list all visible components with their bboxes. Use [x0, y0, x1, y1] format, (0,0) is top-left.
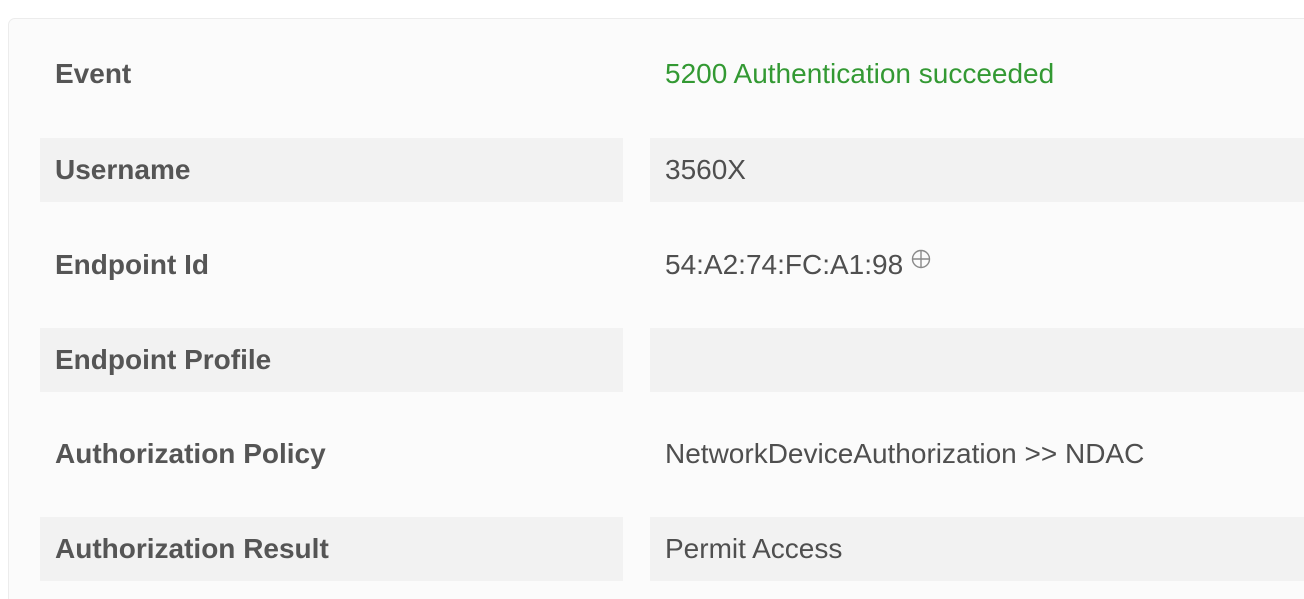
- detail-row-event: Event 5200 Authentication succeeded: [0, 42, 1304, 106]
- endpoint-id-value: 54:A2:74:FC:A1:98: [665, 249, 904, 280]
- detail-label: Endpoint Profile: [40, 328, 623, 392]
- detail-label: Authorization Policy: [55, 438, 326, 469]
- endpoint-id-cell: 54:A2:74:FC:A1:98: [650, 233, 1304, 297]
- crosshair-icon[interactable]: [911, 249, 931, 269]
- detail-row-username: Username 3560X: [0, 138, 1304, 202]
- username-value: 3560X: [650, 138, 1304, 202]
- detail-row-authorization-result: Authorization Result Permit Access: [0, 517, 1304, 581]
- detail-row-authorization-policy: Authorization Policy NetworkDeviceAuthor…: [0, 422, 1304, 486]
- authorization-result-value: Permit Access: [650, 517, 1304, 581]
- detail-row-endpoint-id: Endpoint Id 54:A2:74:FC:A1:98: [0, 233, 1304, 297]
- detail-row-endpoint-profile: Endpoint Profile: [0, 328, 1304, 392]
- authorization-policy-value: NetworkDeviceAuthorization >> NDAC: [665, 438, 1145, 469]
- detail-label: Event: [55, 58, 132, 89]
- event-status-value: 5200 Authentication succeeded: [665, 58, 1055, 89]
- endpoint-profile-value: [650, 328, 1304, 392]
- detail-label: Endpoint Id: [55, 249, 209, 280]
- detail-label: Authorization Result: [40, 517, 623, 581]
- detail-label: Username: [40, 138, 623, 202]
